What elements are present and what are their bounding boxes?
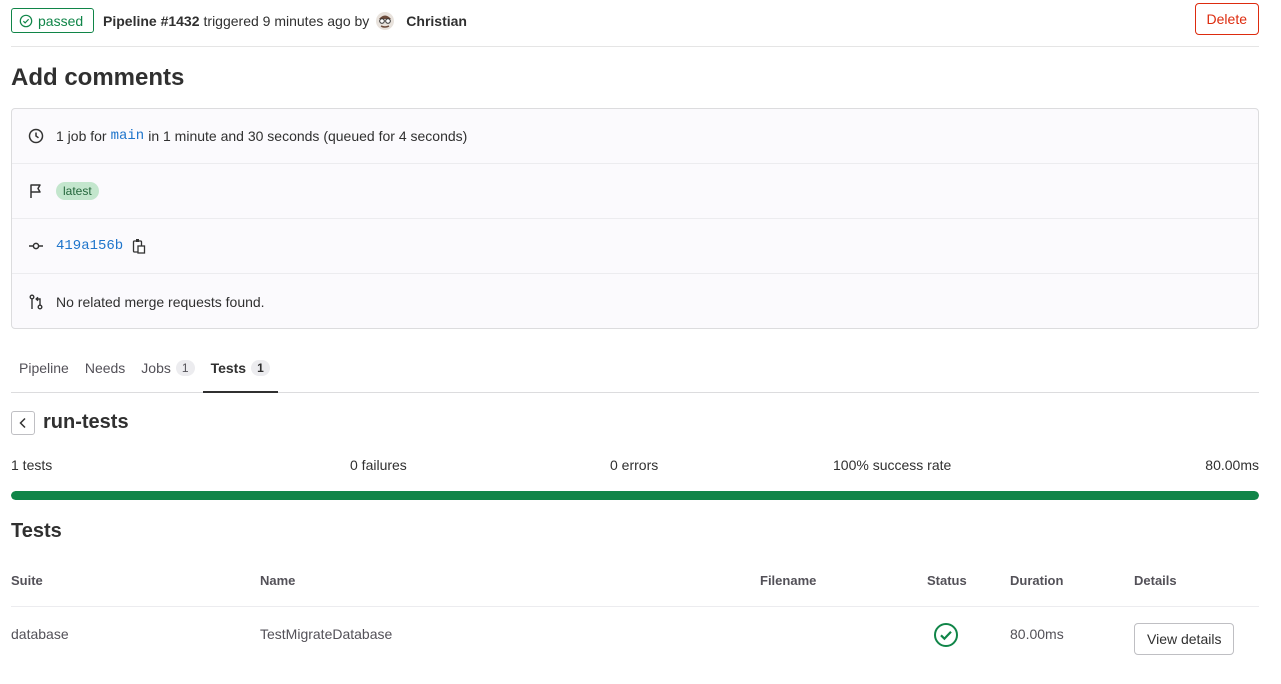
back-button[interactable] <box>11 411 35 435</box>
delete-button[interactable]: Delete <box>1194 3 1259 35</box>
page-title: Add comments <box>11 64 185 91</box>
tab-label: Needs <box>84 359 126 376</box>
merge-requests-text: No related merge requests found. <box>56 293 265 310</box>
suite-title: run-tests <box>43 411 129 433</box>
tab-pipeline[interactable]: Pipeline <box>11 343 77 392</box>
errors-count: 0 errors <box>610 457 659 473</box>
latest-badge: latest <box>56 182 99 200</box>
column-header-status: Status <box>927 573 967 588</box>
row-duration: 80.00ms <box>1010 626 1064 642</box>
tab-jobs[interactable]: Jobs 1 <box>133 343 202 392</box>
check-circle-icon <box>19 14 33 27</box>
status-badge[interactable]: passed <box>11 8 95 33</box>
table-header: Suite Name Filename Status Duration Deta… <box>11 560 1259 607</box>
row-suite: database <box>11 626 69 642</box>
status-label: passed <box>38 12 84 29</box>
pipeline-header: passed Pipeline #1432 triggered 9 minute… <box>11 0 1259 47</box>
failures-count: 0 failures <box>350 457 407 473</box>
tab-label: Tests <box>210 359 247 376</box>
header-info: Pipeline #1432 triggered 9 minutes ago b… <box>103 11 467 31</box>
column-header-name: Name <box>260 573 296 588</box>
job-info-row: 1 job for main in 1 minute and 30 second… <box>12 109 1258 164</box>
progress-fill <box>11 491 1259 500</box>
tests-table: Suite Name Filename Status Duration Deta… <box>11 560 1259 669</box>
triggered-text: triggered 9 minutes ago by <box>203 13 370 29</box>
clock-icon <box>28 128 44 144</box>
branch-link[interactable]: main <box>111 128 145 144</box>
pipeline-tabs: Pipeline Needs Jobs 1 Tests 1 <box>11 343 1259 393</box>
success-progress-bar <box>11 491 1259 500</box>
merge-request-icon <box>29 294 43 309</box>
flag-icon <box>30 184 41 198</box>
column-header-suite: Suite <box>11 573 43 588</box>
chevron-left-icon <box>19 417 26 429</box>
table-row: database TestMigrateDatabase 80.00ms Vie… <box>11 607 1259 669</box>
commit-sha-link[interactable]: 419a156b <box>56 238 123 254</box>
success-rate: 100% success rate <box>833 457 952 473</box>
view-details-button[interactable]: View details <box>1134 623 1235 655</box>
commit-row: 419a156b <box>12 219 1258 274</box>
author-name[interactable]: Christian <box>406 13 467 29</box>
column-header-details: Details <box>1134 573 1177 588</box>
column-header-duration: Duration <box>1010 573 1064 588</box>
copy-icon[interactable] <box>132 238 146 254</box>
tab-count: 1 <box>251 359 270 376</box>
pipeline-id: Pipeline #1432 <box>103 13 200 29</box>
suite-duration: 80.00ms <box>1205 457 1259 473</box>
tests-count: 1 tests <box>11 457 53 473</box>
tab-label: Jobs <box>141 359 171 376</box>
tab-needs[interactable]: Needs <box>77 343 133 392</box>
column-header-filename: Filename <box>760 573 817 588</box>
job-prefix: 1 job for <box>56 128 107 144</box>
tab-label: Pipeline <box>19 359 69 376</box>
tab-count: 1 <box>175 359 195 376</box>
avatar[interactable] <box>375 11 395 31</box>
tab-tests[interactable]: Tests 1 <box>202 343 279 393</box>
pipeline-info-card: 1 job for main in 1 minute and 30 second… <box>11 108 1259 329</box>
suite-summary: 1 tests 0 failures 0 errors 100% success… <box>11 457 1259 475</box>
row-name: TestMigrateDatabase <box>260 626 393 642</box>
tests-title: Tests <box>11 520 62 542</box>
tag-row: latest <box>12 164 1258 219</box>
commit-icon <box>29 242 43 250</box>
merge-request-row: No related merge requests found. <box>12 274 1258 329</box>
success-status-icon <box>934 623 958 647</box>
job-suffix: in 1 minute and 30 seconds (queued for 4… <box>148 128 468 144</box>
